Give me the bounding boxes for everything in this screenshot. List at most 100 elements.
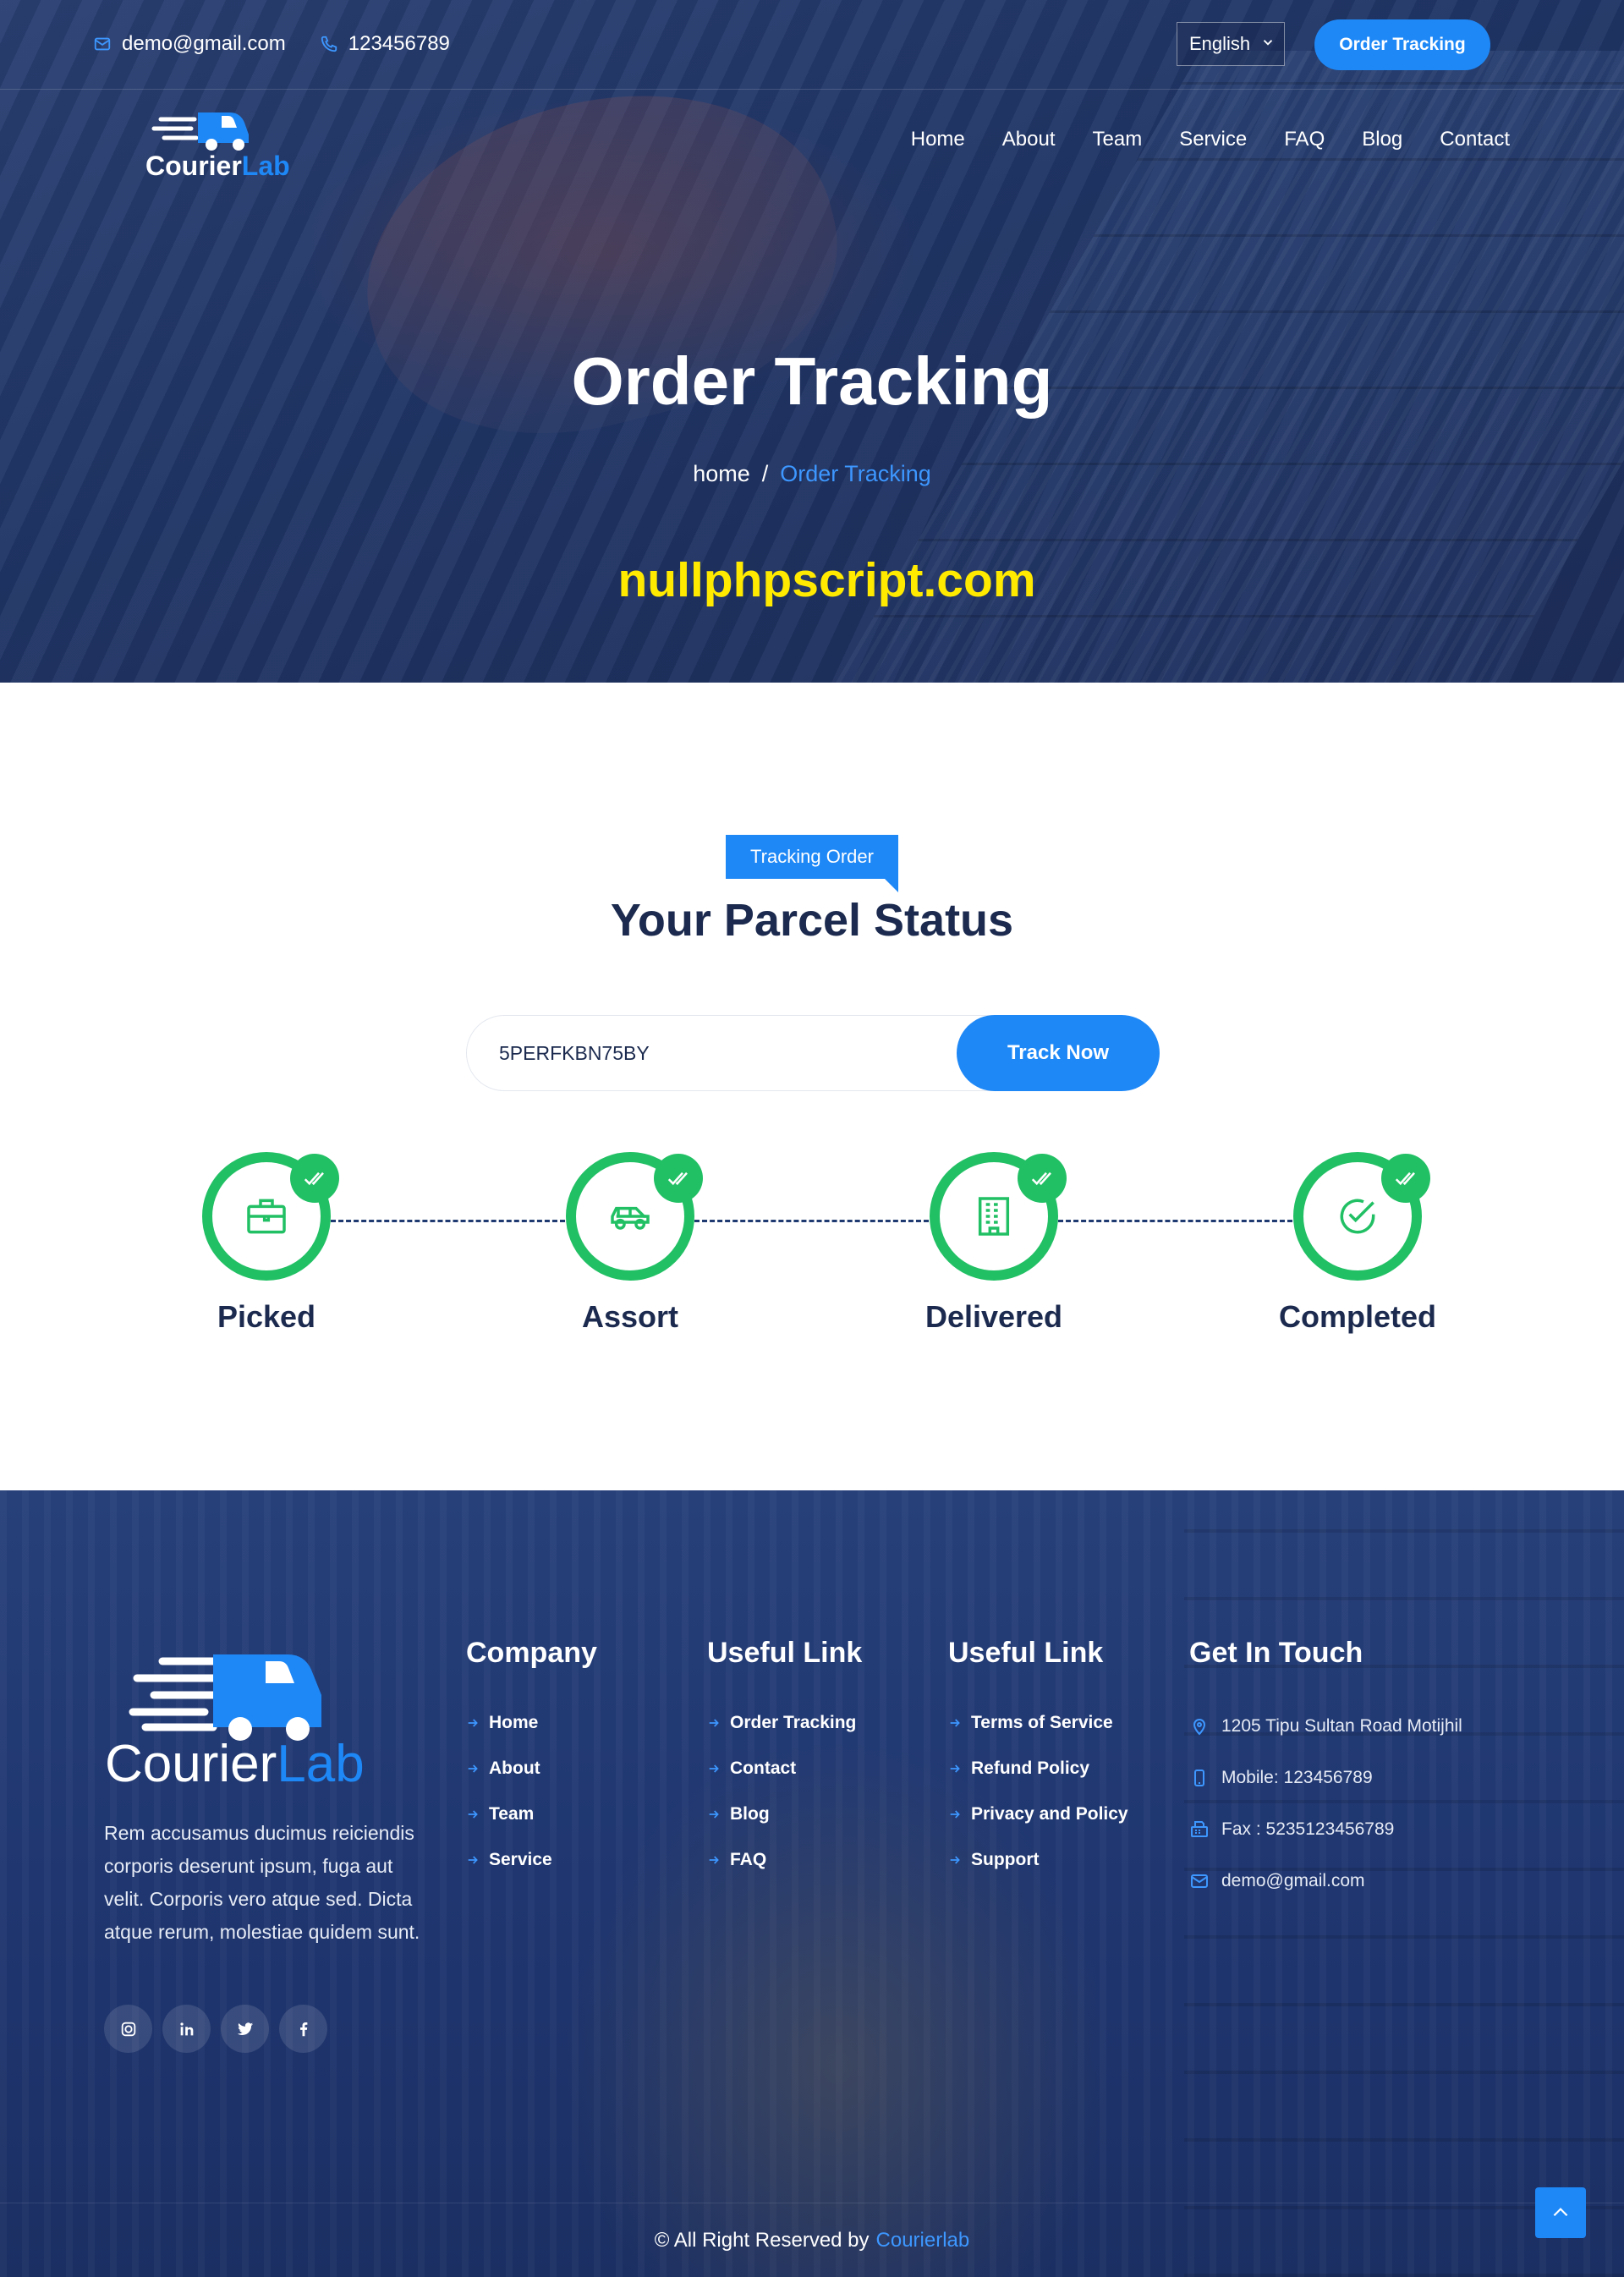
nav-blog[interactable]: Blog xyxy=(1362,128,1402,151)
footer-link-label: Blog xyxy=(730,1804,770,1824)
language-select[interactable]: English xyxy=(1177,22,1285,66)
footer-link-label: Refund Policy xyxy=(971,1759,1090,1778)
footer-company-column: Company Home About Team Service xyxy=(466,1637,597,1883)
footer-link-faq[interactable]: FAQ xyxy=(707,1837,862,1883)
instagram-icon xyxy=(121,2022,135,2036)
mail-icon xyxy=(94,37,111,51)
footer-column-title: Useful Link xyxy=(948,1637,1104,1669)
tracking-form: 5PERFKBN75BY Track Now xyxy=(466,1015,1160,1091)
top-email[interactable]: demo@gmail.com xyxy=(122,32,286,56)
check-circle-icon xyxy=(1340,1199,1375,1234)
arrow-right-icon xyxy=(950,1856,960,1864)
nav-contact[interactable]: Contact xyxy=(1440,128,1510,151)
breadcrumb-current: Order Tracking xyxy=(780,461,931,486)
copyright-bar: © All Right Reserved by Courierlab xyxy=(0,2203,1624,2277)
nav-links: Home About Team Service FAQ Blog Contact xyxy=(911,128,1510,151)
footer-column-title: Company xyxy=(466,1637,597,1669)
footer-link-order-tracking[interactable]: Order Tracking xyxy=(707,1700,862,1746)
step-label: Assort xyxy=(581,1299,679,1334)
double-check-icon xyxy=(1018,1154,1067,1203)
footer-mobile[interactable]: Mobile: 123456789 xyxy=(1189,1752,1462,1803)
arrow-right-icon xyxy=(709,1764,719,1773)
facebook-link[interactable] xyxy=(279,2005,327,2053)
arrow-right-icon xyxy=(468,1810,478,1819)
copyright-brand-link[interactable]: Courierlab xyxy=(876,2229,970,2252)
linkedin-icon xyxy=(179,2022,193,2035)
footer-link-label: FAQ xyxy=(730,1850,767,1869)
twitter-icon xyxy=(237,2022,253,2035)
footer-link-home[interactable]: Home xyxy=(466,1700,597,1746)
footer-link-support[interactable]: Support xyxy=(948,1837,1128,1883)
building-icon xyxy=(978,1197,1010,1236)
car-icon xyxy=(611,1206,650,1230)
footer-about-text: Rem accusamus ducimus reiciendis corpori… xyxy=(104,1822,420,1943)
copyright-text: © All Right Reserved by xyxy=(654,2228,870,2252)
footer-link-team[interactable]: Team xyxy=(466,1791,597,1837)
section-title: Your Parcel Status xyxy=(610,895,1014,946)
social-links xyxy=(104,2005,327,2053)
top-contact: demo@gmail.com 123456789 xyxy=(93,32,450,56)
arrow-right-icon xyxy=(709,1810,719,1819)
order-tracking-button[interactable]: Order Tracking xyxy=(1314,19,1490,70)
phone-icon xyxy=(321,36,337,52)
nav-team[interactable]: Team xyxy=(1093,128,1143,151)
footer-link-label: Contact xyxy=(730,1759,797,1778)
footer-link-privacy[interactable]: Privacy and Policy xyxy=(948,1791,1128,1837)
arrow-right-icon xyxy=(468,1764,478,1773)
breadcrumb: home / Order Tracking xyxy=(0,461,1624,487)
facebook-icon xyxy=(299,2022,307,2036)
footer-link-label: Service xyxy=(489,1850,552,1869)
arrow-right-icon xyxy=(468,1856,478,1864)
scroll-to-top-button[interactable] xyxy=(1535,2187,1586,2238)
footer-link-terms[interactable]: Terms of Service xyxy=(948,1700,1128,1746)
twitter-link[interactable] xyxy=(221,2005,269,2053)
footer-courierlab-logo[interactable]: CourierLab xyxy=(103,1643,425,1791)
footer-link-blog[interactable]: Blog xyxy=(707,1791,862,1837)
footer-link-label: Privacy and Policy xyxy=(971,1804,1128,1824)
top-phone[interactable]: 123456789 xyxy=(348,32,450,56)
footer-email-text: demo@gmail.com xyxy=(1221,1870,1365,1890)
nav-about[interactable]: About xyxy=(1002,128,1056,151)
footer-link-label: Home xyxy=(489,1713,539,1732)
watermark-text: nullphpscript.com xyxy=(617,553,1036,607)
footer-link-label: Team xyxy=(489,1804,535,1824)
nav-home[interactable]: Home xyxy=(911,128,965,151)
hero-banner: demo@gmail.com 123456789 English Order T… xyxy=(0,0,1624,683)
fax-icon xyxy=(1191,1820,1208,1837)
footer-address-text: 1205 Tipu Sultan Road Motijhil xyxy=(1221,1715,1462,1736)
footer-link-label: Support xyxy=(971,1850,1040,1869)
main-navbar: CourierLab Home About Team Service FAQ B… xyxy=(0,91,1624,192)
arrow-right-icon xyxy=(709,1856,719,1864)
instagram-link[interactable] xyxy=(104,2005,152,2053)
footer-email[interactable]: demo@gmail.com xyxy=(1189,1855,1462,1907)
footer-fax-text: Fax : 5235123456789 xyxy=(1221,1819,1395,1839)
nav-faq[interactable]: FAQ xyxy=(1284,128,1325,151)
progress-steps: Picked Assort Delivered Completed xyxy=(0,1152,1624,1355)
linkedin-link[interactable] xyxy=(162,2005,211,2053)
step-ring xyxy=(1293,1152,1430,1281)
step-delivered: Delivered xyxy=(867,1152,1121,1335)
step-completed: Completed xyxy=(1231,1152,1484,1335)
footer-link-service[interactable]: Service xyxy=(466,1837,597,1883)
language-value: English xyxy=(1189,33,1251,54)
arrow-right-icon xyxy=(468,1719,478,1727)
step-ring xyxy=(930,1152,1067,1281)
step-ring xyxy=(202,1152,339,1281)
footer-useful-column-2: Useful Link Terms of Service Refund Poli… xyxy=(948,1637,1128,1883)
footer-link-contact[interactable]: Contact xyxy=(707,1746,862,1791)
page-title: Order Tracking xyxy=(571,343,1053,419)
arrow-right-icon xyxy=(950,1764,960,1773)
footer-link-label: Order Tracking xyxy=(730,1713,857,1732)
top-bar: demo@gmail.com 123456789 English Order T… xyxy=(0,0,1624,90)
tracking-section: Tracking Order Your Parcel Status 5PERFK… xyxy=(0,683,1624,1490)
nav-service[interactable]: Service xyxy=(1179,128,1247,151)
breadcrumb-home[interactable]: home xyxy=(693,461,750,486)
footer-link-about[interactable]: About xyxy=(466,1746,597,1791)
footer: CourierLab Rem accusamus ducimus reicien… xyxy=(0,1490,1624,2277)
section-tag: Tracking Order xyxy=(726,835,898,892)
courierlab-logo[interactable]: CourierLab xyxy=(144,102,304,187)
track-now-button[interactable]: Track Now xyxy=(957,1015,1160,1091)
footer-link-refund[interactable]: Refund Policy xyxy=(948,1746,1128,1791)
chevron-down-icon xyxy=(1263,40,1273,46)
step-label: Picked xyxy=(217,1299,316,1334)
